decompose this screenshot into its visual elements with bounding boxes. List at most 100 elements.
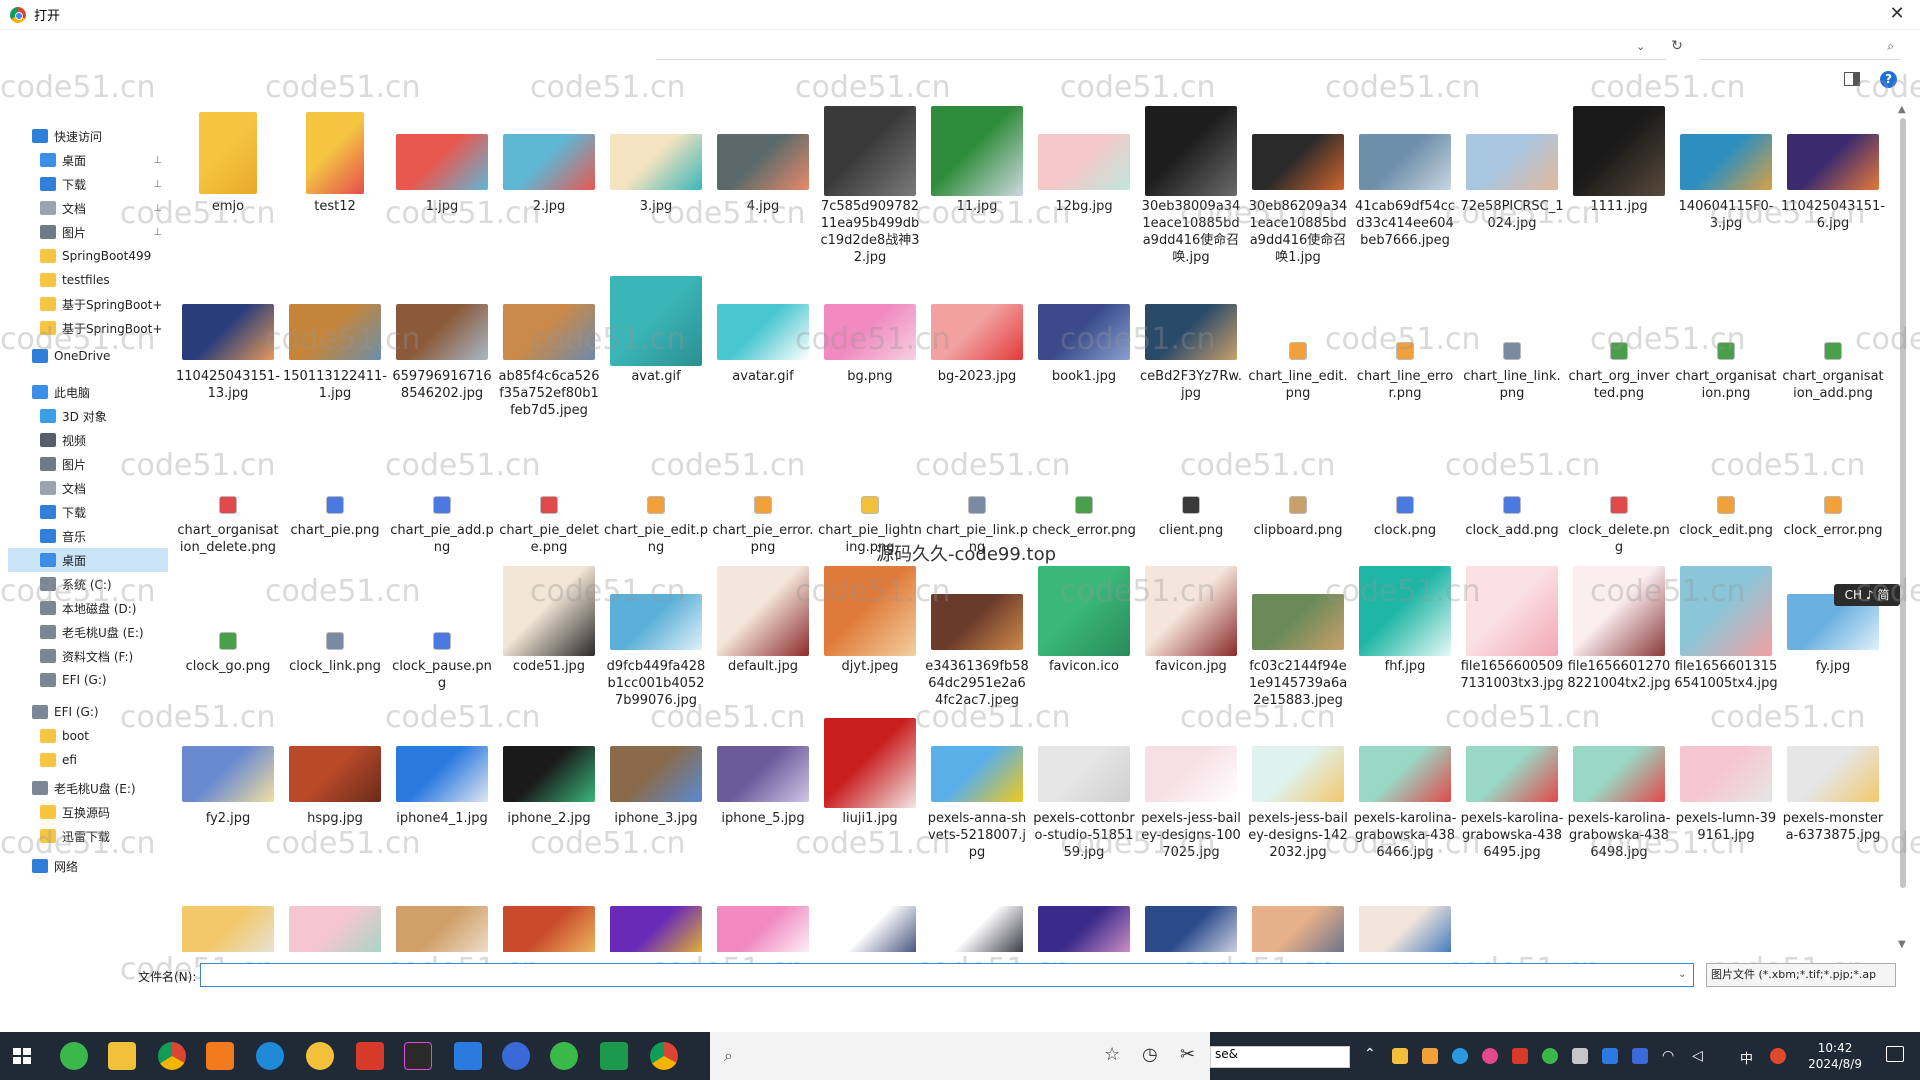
file-item[interactable]: fhf.jpg <box>1353 564 1457 714</box>
file-item[interactable] <box>1353 870 1457 952</box>
file-item[interactable]: chart_organisation_delete.png <box>176 428 280 578</box>
wechat-icon[interactable] <box>1542 1048 1558 1064</box>
sidebar-item[interactable]: 下载 <box>8 500 168 524</box>
app-icon[interactable] <box>454 1042 482 1070</box>
sidebar-item[interactable]: 桌面 <box>8 548 168 572</box>
file-item[interactable]: 1.jpg <box>390 104 494 254</box>
taskbar-browser-bar[interactable] <box>710 1032 1210 1080</box>
tray-icon[interactable] <box>1632 1048 1648 1064</box>
sidebar-item[interactable]: 文档 <box>8 476 168 500</box>
app-icon[interactable] <box>60 1042 88 1070</box>
folder-item[interactable]: test12 <box>283 104 387 254</box>
scroll-down-icon[interactable]: ▼ <box>1898 939 1906 950</box>
file-item[interactable] <box>925 870 1029 952</box>
file-item[interactable] <box>1139 870 1243 952</box>
tray-icon[interactable] <box>1452 1048 1468 1064</box>
file-item[interactable]: 72e58PICRSC_1024.jpg <box>1460 104 1564 254</box>
file-item[interactable]: bg-2023.jpg <box>925 274 1029 424</box>
sidebar-item[interactable]: 老毛桃U盘 (E:) <box>8 620 168 644</box>
search-input[interactable]: ⌕ <box>1700 36 1900 60</box>
folder-item[interactable]: emjo <box>176 104 280 254</box>
input-language[interactable]: 中 <box>1740 1048 1756 1067</box>
sidebar-item[interactable]: EFI (G:) <box>8 668 168 692</box>
file-item[interactable]: ceBd2F3Yz7Rw.jpg <box>1139 274 1243 424</box>
file-item[interactable]: 30eb86209a341eace10885bda9dd416使命召唤1.jpg <box>1246 104 1350 265</box>
tray-icon[interactable] <box>1512 1048 1528 1064</box>
filetype-select[interactable]: 图片文件 (*.xbm;*.tif;*.pjp;*.ap <box>1706 963 1896 987</box>
file-item[interactable] <box>497 870 601 952</box>
edge-icon[interactable] <box>256 1042 284 1070</box>
sidebar-item[interactable]: 桌面 ⊥ <box>8 148 168 172</box>
search-icon[interactable]: ⌕ <box>1887 39 1894 54</box>
intellij-icon[interactable] <box>404 1042 432 1070</box>
file-item[interactable]: hspg.jpg <box>283 716 387 866</box>
tray-icon[interactable] <box>1572 1048 1588 1064</box>
preview-pane-icon[interactable] <box>1844 72 1860 86</box>
ime-indicator[interactable]: CH ♪ 简 <box>1834 584 1900 606</box>
file-item[interactable]: fy2.jpg <box>176 716 280 866</box>
file-item[interactable]: pexels-anna-shvets-5218007.jpg <box>925 716 1029 866</box>
sidebar-item[interactable]: testfiles <box>8 268 168 292</box>
file-item[interactable]: bg.png <box>818 274 922 424</box>
taskbar-search-input[interactable]: se& <box>1210 1046 1350 1068</box>
sidebar-item[interactable]: SpringBoot499 <box>8 244 168 268</box>
sidebar-item[interactable]: efi <box>8 748 168 772</box>
file-item[interactable]: chart_pie.png <box>283 428 387 578</box>
file-item[interactable]: clock_go.png <box>176 564 280 714</box>
file-item[interactable]: clock_error.png <box>1781 428 1885 578</box>
file-item[interactable]: pexels-lumn-399161.jpg <box>1674 716 1778 866</box>
file-item[interactable] <box>283 870 387 952</box>
file-item[interactable]: clock_pause.png <box>390 564 494 714</box>
tools-icon[interactable]: ✂ <box>1180 1044 1195 1065</box>
file-item[interactable]: 11.jpg <box>925 104 1029 254</box>
file-item[interactable]: 140604115F0-3.jpg <box>1674 104 1778 254</box>
file-item[interactable]: chart_line_link.png <box>1460 274 1564 424</box>
help-icon[interactable]: ? <box>1880 71 1897 88</box>
file-item[interactable]: chart_line_edit.png <box>1246 274 1350 424</box>
sidebar-item[interactable]: 图片 <box>8 452 168 476</box>
tray-icon[interactable] <box>1422 1048 1438 1064</box>
file-item[interactable]: pexels-monstera-6373875.jpg <box>1781 716 1885 866</box>
file-item[interactable]: favicon.jpg <box>1139 564 1243 714</box>
wifi-icon[interactable]: ◠ <box>1662 1048 1678 1064</box>
file-item[interactable]: avatar.gif <box>711 274 815 424</box>
windows-start-icon[interactable] <box>8 1042 36 1070</box>
file-item[interactable]: chart_pie_edit.png <box>604 428 708 578</box>
file-item[interactable]: iphone_3.jpg <box>604 716 708 866</box>
file-item[interactable]: pexels-karolina-grabowska-4386498.jpg <box>1567 716 1671 866</box>
file-item[interactable] <box>604 870 708 952</box>
filename-input[interactable] <box>200 963 1694 987</box>
sidebar-item[interactable]: 互换源码 <box>8 800 168 824</box>
file-item[interactable]: pexels-cottonbro-studio-5185159.jpg <box>1032 716 1136 866</box>
file-item[interactable]: fc03c2144f94e1e9145739a6a2e15883.jpeg <box>1246 564 1350 714</box>
sidebar-item[interactable]: 图片 ⊥ <box>8 220 168 244</box>
file-item[interactable] <box>390 870 494 952</box>
file-item[interactable] <box>1032 870 1136 952</box>
file-item[interactable]: e34361369fb5864dc2951e2a64fc2ac7.jpeg <box>925 564 1029 714</box>
chevron-up-icon[interactable]: ⌃ <box>1364 1046 1380 1062</box>
file-item[interactable]: client.png <box>1139 428 1243 578</box>
file-item[interactable] <box>1246 870 1350 952</box>
sidebar-item[interactable]: OneDrive <box>8 344 168 368</box>
file-item[interactable]: chart_org_inverted.png <box>1567 274 1671 424</box>
app-icon[interactable] <box>306 1042 334 1070</box>
file-item[interactable]: pexels-jess-bailey-designs-1007025.jpg <box>1139 716 1243 866</box>
file-item[interactable] <box>818 870 922 952</box>
sidebar-item[interactable]: 视频 <box>8 428 168 452</box>
sidebar-item[interactable]: 资料文档 (F:) <box>8 644 168 668</box>
file-item[interactable]: 150113122411-1.jpg <box>283 274 387 424</box>
file-item[interactable]: 3.jpg <box>604 104 708 254</box>
vertical-scrollbar[interactable]: ▲ ▼ <box>1898 104 1908 950</box>
sidebar-item[interactable]: 快速访问 <box>8 124 168 148</box>
sidebar-item[interactable]: 文档 ⊥ <box>8 196 168 220</box>
file-item[interactable]: pexels-jess-bailey-designs-1422032.jpg <box>1246 716 1350 866</box>
file-item[interactable]: 41cab69df54ccd33c414ee604beb7666.jpeg <box>1353 104 1457 254</box>
file-item[interactable]: avat.gif <box>604 274 708 424</box>
file-item[interactable]: 110425043151-6.jpg <box>1781 104 1885 254</box>
sidebar-item[interactable]: 下载 ⊥ <box>8 172 168 196</box>
sidebar-item[interactable]: 音乐 <box>8 524 168 548</box>
chrome-icon[interactable] <box>650 1042 678 1070</box>
file-item[interactable]: 6597969167168546202.jpg <box>390 274 494 424</box>
file-item[interactable]: chart_pie_add.png <box>390 428 494 578</box>
sidebar-item[interactable]: 此电脑 <box>8 380 168 404</box>
